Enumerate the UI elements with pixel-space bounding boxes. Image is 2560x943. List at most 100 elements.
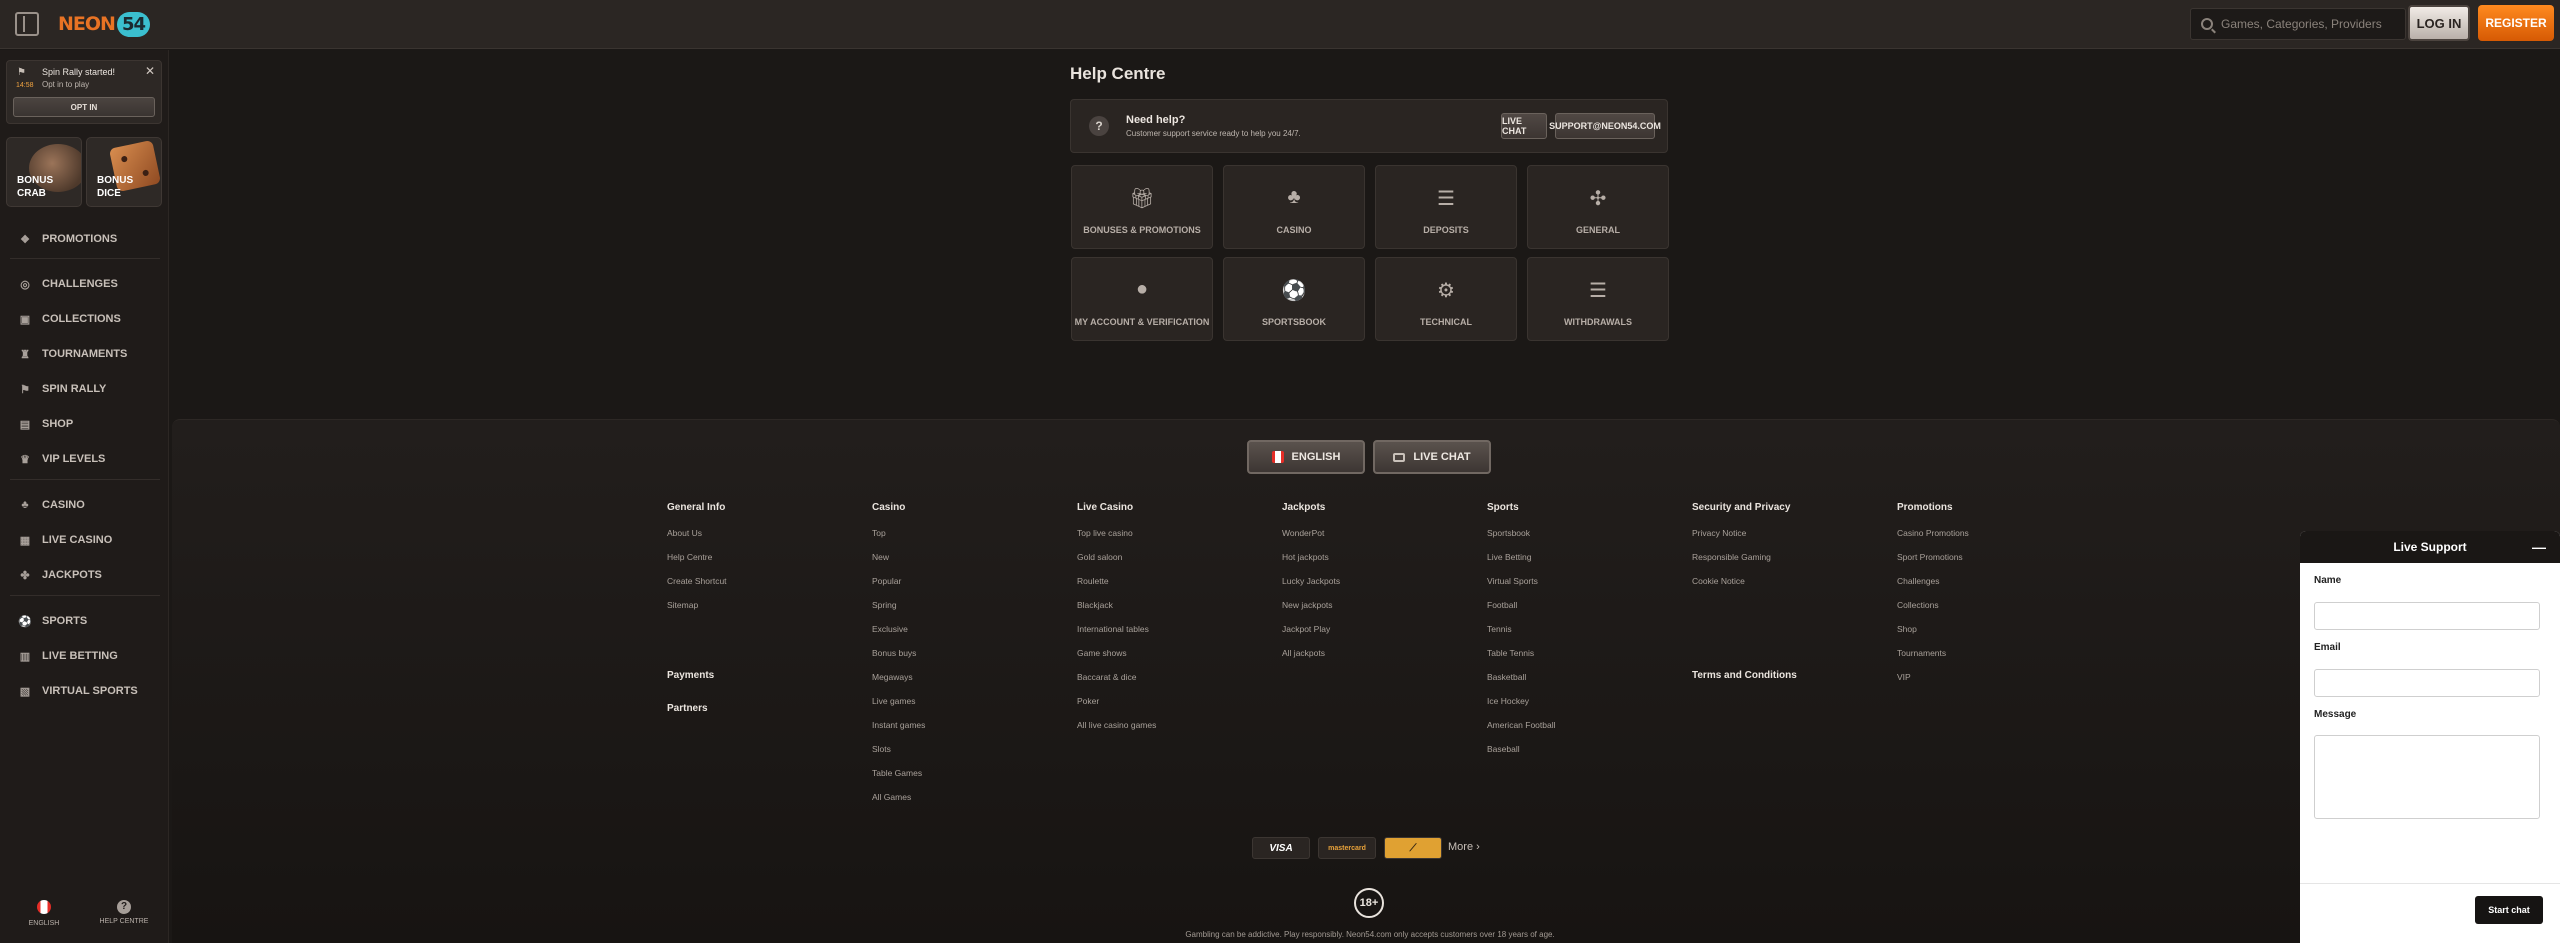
footer-heading-terms[interactable]: Terms and Conditions: [1692, 670, 1797, 681]
help-banner-title: Need help?: [1126, 114, 1186, 126]
footer-link[interactable]: New: [872, 552, 889, 562]
sidebar-item-sports[interactable]: ⚽ SPORTS: [0, 606, 168, 636]
footer-link[interactable]: Casino Promotions: [1897, 528, 1969, 538]
footer-heading-payments[interactable]: Payments: [667, 670, 714, 681]
footer-language-button[interactable]: ENGLISH: [1247, 440, 1365, 474]
more-payments-link[interactable]: More ›: [1448, 841, 1480, 853]
footer-link[interactable]: Challenges: [1897, 576, 1940, 586]
footer-live-chat-button[interactable]: LIVE CHAT: [1373, 440, 1491, 474]
footer-link[interactable]: VIP: [1897, 672, 1911, 682]
sidebar-item-vip-levels[interactable]: ♛ VIP LEVELS: [0, 444, 168, 474]
login-button[interactable]: LOG IN: [2408, 5, 2470, 41]
footer-link[interactable]: Table Tennis: [1487, 648, 1534, 658]
message-field[interactable]: [2314, 735, 2540, 819]
footer-link[interactable]: Responsible Gaming: [1692, 552, 1771, 562]
sidebar-item-casino[interactable]: ♣ CASINO: [0, 490, 168, 520]
close-icon[interactable]: ✕: [145, 64, 155, 78]
target-icon: ◎: [20, 278, 30, 291]
category-withdrawals[interactable]: ☰ WITHDRAWALS: [1527, 257, 1669, 341]
footer-link[interactable]: Live Betting: [1487, 552, 1531, 562]
category-deposits[interactable]: ☰ DEPOSITS: [1375, 165, 1517, 249]
name-field[interactable]: [2314, 602, 2540, 630]
footer-link[interactable]: Football: [1487, 600, 1517, 610]
sidebar-item-collections[interactable]: ▣ COLLECTIONS: [0, 304, 168, 334]
footer-link[interactable]: Exclusive: [872, 624, 908, 634]
footer-link[interactable]: Hot jackpots: [1282, 552, 1329, 562]
footer-link[interactable]: Baseball: [1487, 744, 1520, 754]
footer-link[interactable]: Megaways: [872, 672, 913, 682]
category-label: WITHDRAWALS: [1564, 317, 1632, 327]
sidebar-item-tournaments[interactable]: ♜ TOURNAMENTS: [0, 339, 168, 369]
sidebar-item-live-betting[interactable]: ▥ LIVE BETTING: [0, 641, 168, 671]
footer-link[interactable]: Sport Promotions: [1897, 552, 1963, 562]
footer-link[interactable]: Gold saloon: [1077, 552, 1122, 562]
sidebar-item-challenges[interactable]: ◎ CHALLENGES: [0, 269, 168, 299]
neon54-logo[interactable]: NEON 54: [58, 10, 150, 38]
sidebar-toggle-icon[interactable]: [15, 12, 39, 36]
footer-link[interactable]: Top live casino: [1077, 528, 1133, 538]
sidebar-item-live-casino[interactable]: ▦ LIVE CASINO: [0, 525, 168, 555]
footer-link[interactable]: Jackpot Play: [1282, 624, 1330, 634]
soccer-ball-icon: ⚽: [1281, 280, 1307, 302]
live-chat-button[interactable]: LIVE CHAT: [1501, 113, 1547, 139]
footer-link[interactable]: American Football: [1487, 720, 1556, 730]
footer-link[interactable]: Popular: [872, 576, 901, 586]
sidebar-item-shop[interactable]: ▤ SHOP: [0, 409, 168, 439]
support-email-button[interactable]: SUPPORT@NEON54.COM: [1549, 113, 1661, 139]
footer-link[interactable]: Ice Hockey: [1487, 696, 1529, 706]
email-field[interactable]: [2314, 669, 2540, 697]
footer-heading-partners[interactable]: Partners: [667, 703, 708, 714]
footer-link[interactable]: Tournaments: [1897, 648, 1946, 658]
footer-link[interactable]: Help Centre: [667, 552, 712, 562]
footer-link[interactable]: Virtual Sports: [1487, 576, 1538, 586]
footer-link[interactable]: Spring: [872, 600, 897, 610]
footer-link[interactable]: Sportsbook: [1487, 528, 1530, 538]
footer-link[interactable]: Shop: [1897, 624, 1917, 634]
footer-link[interactable]: Slots: [872, 744, 891, 754]
footer-link[interactable]: Top: [872, 528, 886, 538]
footer-link[interactable]: Roulette: [1077, 576, 1109, 586]
bonus-crab-tile[interactable]: BONUS CRAB: [6, 137, 82, 207]
sidebar-item-jackpots[interactable]: ✤ JACKPOTS: [0, 560, 168, 590]
register-button[interactable]: REGISTER: [2478, 5, 2554, 41]
footer-link[interactable]: Blackjack: [1077, 600, 1113, 610]
footer-link[interactable]: Lucky Jackpots: [1282, 576, 1340, 586]
footer-link[interactable]: Instant games: [872, 720, 925, 730]
footer-link[interactable]: International tables: [1077, 624, 1149, 634]
footer-link[interactable]: All Games: [872, 792, 911, 802]
language-selector[interactable]: ENGLISH: [14, 900, 74, 927]
start-chat-button[interactable]: Start chat: [2475, 896, 2543, 924]
opt-in-button[interactable]: OPT IN: [13, 97, 155, 117]
footer-link[interactable]: Cookie Notice: [1692, 576, 1745, 586]
footer-link[interactable]: New jackpots: [1282, 600, 1333, 610]
help-centre-link[interactable]: ? HELP CENTRE: [94, 900, 154, 925]
footer-link[interactable]: Baccarat & dice: [1077, 672, 1137, 682]
footer-link[interactable]: Sitemap: [667, 600, 698, 610]
footer-link[interactable]: Bonus buys: [872, 648, 916, 658]
footer-link[interactable]: Create Shortcut: [667, 576, 727, 586]
footer-link[interactable]: Live games: [872, 696, 915, 706]
footer-link[interactable]: Tennis: [1487, 624, 1512, 634]
footer-link[interactable]: WonderPot: [1282, 528, 1324, 538]
category-sportsbook[interactable]: ⚽ SPORTSBOOK: [1223, 257, 1365, 341]
footer-link[interactable]: All live casino games: [1077, 720, 1156, 730]
sidebar-item-spin-rally[interactable]: ⚑ SPIN RALLY: [0, 374, 168, 404]
bonus-dice-tile[interactable]: BONUS DICE: [86, 137, 162, 207]
footer-link[interactable]: All jackpots: [1282, 648, 1325, 658]
minimize-icon[interactable]: —: [2532, 539, 2546, 555]
footer-link[interactable]: Privacy Notice: [1692, 528, 1746, 538]
search-input[interactable]: Games, Categories, Providers: [2190, 8, 2406, 40]
footer-link[interactable]: Poker: [1077, 696, 1099, 706]
footer-link[interactable]: Table Games: [872, 768, 922, 778]
footer-link[interactable]: About Us: [667, 528, 702, 538]
category-general[interactable]: ✣ GENERAL: [1527, 165, 1669, 249]
category-casino[interactable]: ♣ CASINO: [1223, 165, 1365, 249]
sidebar-item-promotions[interactable]: ❖ PROMOTIONS: [0, 224, 168, 254]
footer-link[interactable]: Game shows: [1077, 648, 1127, 658]
category-bonuses-promotions[interactable]: 🎁︎ BONUSES & PROMOTIONS: [1071, 165, 1213, 249]
category-technical[interactable]: ⚙ TECHNICAL: [1375, 257, 1517, 341]
footer-link[interactable]: Collections: [1897, 600, 1939, 610]
category-my-account[interactable]: ● MY ACCOUNT & VERIFICATION: [1071, 257, 1213, 341]
footer-link[interactable]: Basketball: [1487, 672, 1526, 682]
sidebar-item-virtual-sports[interactable]: ▧ VIRTUAL SPORTS: [0, 676, 168, 706]
